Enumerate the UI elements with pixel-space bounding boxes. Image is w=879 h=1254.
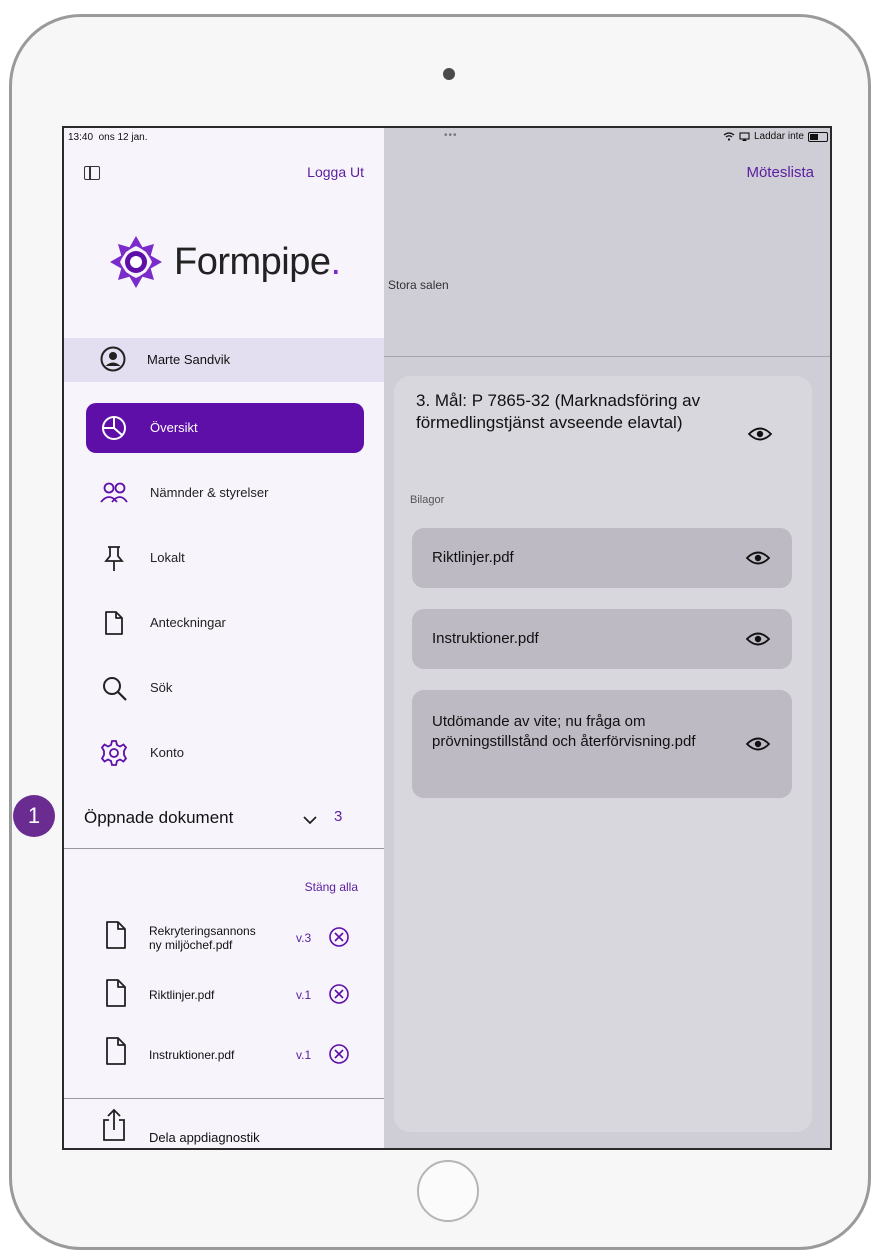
status-time: 13:40	[68, 132, 94, 143]
agenda-card: 3. Mål: P 7865-32 (Marknadsföring av för…	[394, 376, 812, 1132]
battery-icon	[808, 131, 828, 142]
status-right: Laddar inte	[723, 131, 828, 142]
sidebar-toggle-icon[interactable]	[84, 166, 100, 180]
document-icon	[105, 611, 123, 635]
attachment-item[interactable]: Riktlinjer.pdf	[412, 528, 792, 588]
logo-wordmark: Formpipe	[174, 240, 331, 283]
attachment-label: Utdömande av vite; nu fråga om prövnings…	[432, 713, 696, 750]
opened-doc-version: v.3	[296, 931, 312, 945]
doc-name-line2: ny miljöchef.pdf	[149, 938, 233, 952]
logo-dot: .	[330, 240, 342, 283]
nav-item-notes[interactable]: Anteckningar	[86, 598, 364, 648]
nav-item-account[interactable]: Konto	[86, 728, 364, 778]
pin-icon	[104, 546, 124, 571]
agenda-item-title: 3. Mål: P 7865-32 (Marknadsföring av för…	[416, 391, 701, 432]
opened-doc-item[interactable]: Riktlinjer.pdf v.1	[64, 978, 384, 1028]
opened-documents-count: 3	[334, 808, 343, 825]
people-icon	[100, 482, 128, 503]
app-screen: 13:40 ons 12 jan. Logga Ut Formpipe . Ma…	[62, 126, 832, 1150]
attachments-heading: Bilagor	[410, 494, 445, 506]
status-date: ons 12 jan.	[98, 132, 148, 143]
status-time-date: 13:40 ons 12 jan.	[68, 132, 148, 143]
eye-icon[interactable]	[746, 632, 770, 646]
document-icon	[106, 979, 126, 1007]
nav-item-local[interactable]: Lokalt	[86, 533, 364, 583]
doc-name-line1: Rekryteringsannons	[149, 924, 256, 938]
nav-label-notes: Anteckningar	[150, 615, 226, 630]
overview-icon	[102, 416, 126, 440]
attachment-label: Instruktioner.pdf	[432, 630, 539, 647]
nav-item-search[interactable]: Sök	[86, 663, 364, 713]
main-header: ••• Laddar inte Möteslista Stora salen	[384, 128, 830, 357]
close-doc-icon[interactable]	[328, 926, 350, 948]
screen-mirroring-icon	[739, 132, 750, 141]
close-all-button[interactable]: Stäng alla	[305, 880, 358, 894]
document-icon	[106, 1037, 126, 1065]
share-icon[interactable]	[99, 1108, 129, 1142]
attachment-label: Riktlinjer.pdf	[432, 549, 514, 566]
user-name: Marte Sandvik	[147, 352, 231, 367]
nav-label-account: Konto	[150, 745, 184, 760]
close-doc-icon[interactable]	[328, 1043, 350, 1065]
attachment-item[interactable]: Utdömande av vite; nu fråga om prövnings…	[412, 690, 792, 798]
nav-label-search: Sök	[150, 680, 173, 695]
nav-label-local: Lokalt	[150, 550, 185, 565]
close-doc-icon[interactable]	[328, 983, 350, 1005]
divider	[64, 848, 384, 849]
nav-label-committees: Nämnder & styrelser	[150, 485, 269, 500]
user-avatar-icon	[100, 346, 126, 372]
home-button[interactable]	[417, 1160, 479, 1222]
search-icon	[103, 677, 127, 701]
attachment-item[interactable]: Instruktioner.pdf	[412, 609, 792, 669]
logout-button[interactable]: Logga Ut	[307, 164, 364, 180]
share-diagnostics-button[interactable]: Dela appdiagnostik	[149, 1130, 260, 1145]
user-row[interactable]: Marte Sandvik	[64, 338, 384, 382]
opened-doc-name: Riktlinjer.pdf	[149, 988, 215, 1002]
opened-doc-item[interactable]: Instruktioner.pdf v.1	[64, 1036, 384, 1086]
chevron-down-icon[interactable]	[302, 814, 318, 826]
eye-icon[interactable]	[746, 551, 770, 565]
eye-icon[interactable]	[746, 737, 770, 751]
charging-status: Laddar inte	[753, 131, 804, 142]
formpipe-logo: Formpipe.	[106, 232, 341, 292]
wifi-icon	[723, 132, 735, 141]
document-icon	[106, 921, 126, 949]
sidebar: 13:40 ons 12 jan. Logga Ut Formpipe . Ma…	[64, 128, 384, 1148]
nav-item-overview[interactable]: Översikt	[86, 403, 364, 453]
formpipe-logo-mark-icon	[110, 236, 162, 288]
callout-number: 1	[27, 803, 41, 828]
divider	[64, 1098, 384, 1099]
callout-badge: 1	[13, 795, 55, 837]
opened-doc-name: Rekryteringsannons ny miljöchef.pdf	[149, 924, 256, 952]
nav-label-overview: Översikt	[150, 420, 198, 435]
opened-doc-item[interactable]: Rekryteringsannons ny miljöchef.pdf v.3	[64, 920, 384, 970]
meetings-list-button[interactable]: Möteslista	[746, 164, 814, 181]
room-label: Stora salen	[388, 278, 449, 292]
eye-icon[interactable]	[748, 427, 772, 441]
main-panel: ••• Laddar inte Möteslista Stora salen 3…	[384, 128, 830, 1148]
gear-icon	[100, 740, 128, 766]
opened-doc-version: v.1	[296, 1048, 312, 1062]
multitask-dots[interactable]: •••	[444, 130, 458, 141]
opened-doc-version: v.1	[296, 988, 312, 1002]
opened-doc-name: Instruktioner.pdf	[149, 1048, 235, 1062]
nav-item-committees[interactable]: Nämnder & styrelser	[86, 468, 364, 518]
opened-documents-title[interactable]: Öppnade dokument	[84, 808, 233, 828]
front-camera	[443, 68, 455, 80]
